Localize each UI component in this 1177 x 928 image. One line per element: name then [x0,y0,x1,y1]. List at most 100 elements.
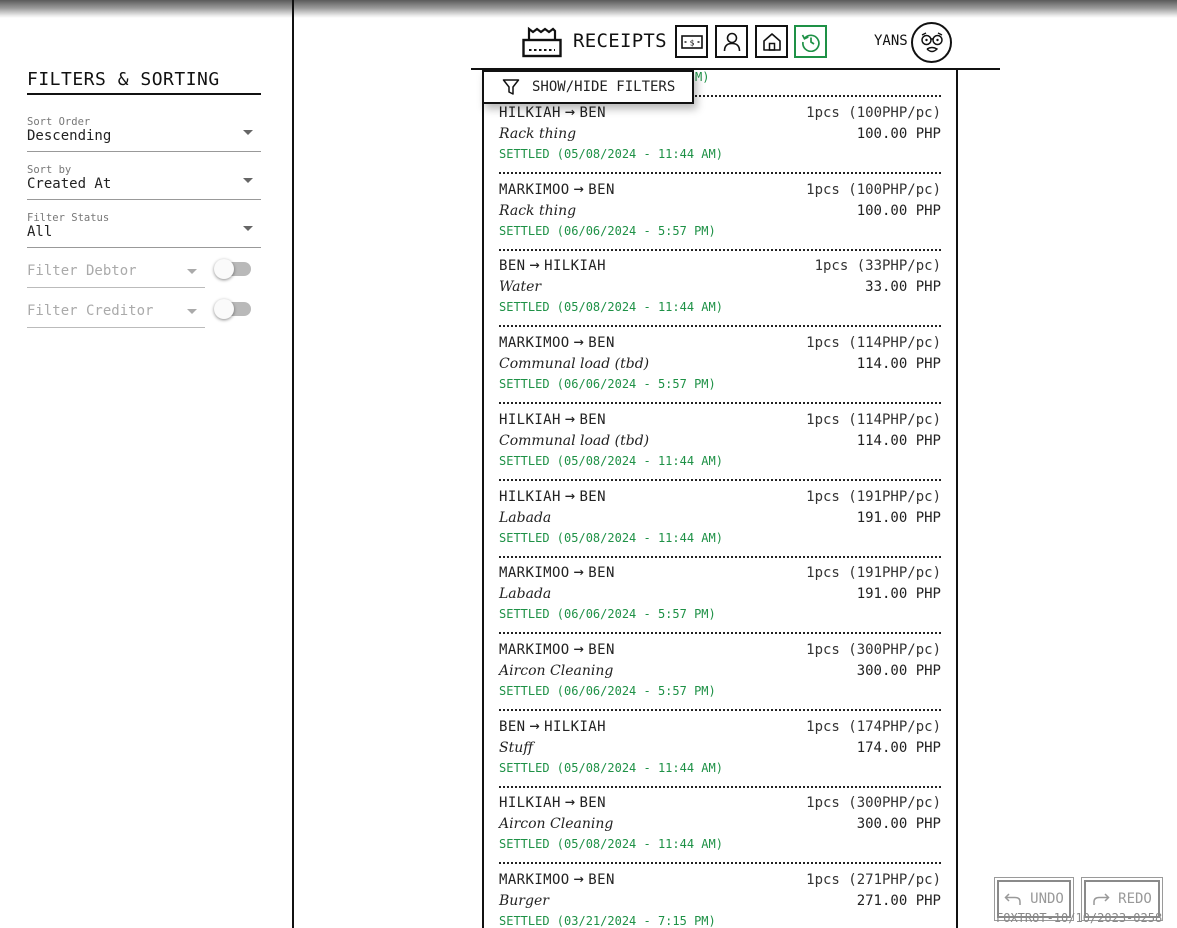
receipt-amount: 100.00 PHP [856,126,941,142]
debtor-name: BEN [499,258,526,275]
sort-by-value: Created At [27,176,112,192]
partial-status-text: M) [695,70,710,84]
sort-by-label: Sort by [27,164,72,176]
home-icon [762,32,781,51]
receipt-status: SETTLED (03/21/2024 - 7:15 PM) [499,914,716,928]
receipt-row[interactable]: MARKIMOO → BEN 1pcs (300PHP/pc) Aircon Clean… [499,634,941,711]
person-icon [723,32,740,51]
creditor-name: HILKIAH [544,258,606,275]
sort-order-select[interactable]: Sort Order Descending [27,116,261,152]
receipt-parties: HILKIAH → BEN [499,408,606,429]
debtor-name: MARKIMOO [499,181,570,198]
receipt-status: SETTLED (05/08/2024 - 11:44 AM) [499,837,723,852]
receipt-item-name: Rack thing [499,202,577,219]
receipt-quantity: 1pcs (191PHP/pc) [806,488,941,505]
receipt-row[interactable]: HILKIAH → BEN 1pcs (100PHP/pc) Rack thing 100… [499,97,941,174]
sort-order-label: Sort Order [27,116,91,128]
nav-home-button[interactable] [755,25,788,58]
receipt-item-name: Labada [499,586,552,603]
toggle-knob [214,299,234,319]
receipt-row[interactable]: MARKIMOO → BEN 1pcs (191PHP/pc) Labada 191.00… [499,557,941,635]
money-icon: $ [680,34,703,49]
caret-down-icon [187,309,197,314]
version-label: FOXTROT-10/10/2023-0258 [996,911,1163,925]
redo-icon [1093,893,1110,905]
arrow-right-icon: → [573,332,585,353]
receipt-parties: HILKIAH → BEN [499,487,606,505]
receipts-list[interactable]: M) HILKIAH → BEN 1pcs (100PHP/pc) Rack thing… [482,70,958,928]
creditor-name: BEN [588,565,615,582]
debtor-name: HILKIAH [499,411,561,428]
debtor-name: MARKIMOO [499,565,570,582]
receipt-quantity: 1pcs (100PHP/pc) [806,105,941,121]
receipt-row[interactable]: HILKIAH → BEN 1pcs (114PHP/pc) Communal load… [499,404,941,481]
caret-down-icon [187,269,197,274]
filter-debtor-select[interactable]: Filter Debtor [27,252,205,288]
creditor-name: BEN [588,641,615,658]
receipt-row[interactable]: MARKIMOO → BEN 1pcs (114PHP/pc) Communal loa… [499,327,941,405]
receipt-status: SETTLED (05/08/2024 - 11:44 AM) [499,147,723,161]
receipt-quantity: 1pcs (271PHP/pc) [806,872,941,888]
receipt-item-name: Communal load (tbd) [499,356,650,373]
receipt-parties: BEN → HILKIAH [499,717,606,735]
filter-status-select[interactable]: Filter Status All [27,212,261,248]
show-hide-filters-label: SHOW/HIDE FILTERS [532,79,676,95]
avatar[interactable] [911,22,952,63]
receipt-status: SETTLED (05/08/2024 - 11:44 AM) [499,453,723,468]
receipt-row[interactable]: BEN → HILKIAH 1pcs (33PHP/pc) Water 33.00 PHP… [499,250,941,328]
debtor-name: HILKIAH [499,795,561,812]
arrow-right-icon: → [573,178,585,199]
filter-debtor-placeholder: Filter Debtor [27,263,137,279]
history-icon [801,33,820,52]
nav-profile-button[interactable] [715,25,748,58]
receipt-row[interactable]: HILKIAH → BEN 1pcs (191PHP/pc) Labada 191.00 … [499,481,941,558]
receipt-row[interactable]: MARKIMOO → BEN 1pcs (271PHP/pc) Burger 271.00… [499,864,941,928]
filter-status-value: All [27,224,53,240]
creditor-name: BEN [588,181,615,198]
receipt-amount: 191.00 PHP [856,586,941,603]
filter-creditor-toggle[interactable] [214,299,251,319]
filter-creditor-placeholder: Filter Creditor [27,303,154,319]
show-hide-filters-button[interactable]: SHOW/HIDE FILTERS [482,70,694,104]
sort-by-select[interactable]: Sort by Created At [27,164,261,200]
arrow-right-icon: → [564,408,576,429]
receipt-status: SETTLED (06/06/2024 - 5:57 PM) [499,223,716,238]
receipt-item-name: Stuff [499,739,534,756]
toggle-knob [214,259,234,279]
receipt-row[interactable]: MARKIMOO → BEN 1pcs (100PHP/pc) Rack thing 10… [499,174,941,251]
receipt-amount: 114.00 PHP [856,432,941,449]
receipt-printer-icon [522,26,562,58]
receipt-row[interactable]: BEN → HILKIAH 1pcs (174PHP/pc) Stuff 174.00 P… [499,711,941,788]
receipt-quantity: 1pcs (174PHP/pc) [806,718,941,735]
debtor-name: MARKIMOO [499,872,570,888]
creditor-name: BEN [579,795,606,812]
debtor-name: MARKIMOO [499,335,570,352]
filters-sidebar: FILTERS & SORTING Sort Order Descending … [0,0,294,928]
receipt-amount: 114.00 PHP [856,356,941,373]
nav-money-button[interactable]: $ [675,25,708,58]
filter-debtor-toggle[interactable] [214,259,251,279]
receipt-amount: 191.00 PHP [856,509,941,526]
receipt-amount: 300.00 PHP [856,816,941,833]
filter-icon [502,79,520,95]
filter-creditor-select[interactable]: Filter Creditor [27,292,205,328]
arrow-right-icon: → [573,562,585,583]
receipt-parties: HILKIAH → BEN [499,794,606,812]
sort-order-value: Descending [27,128,112,144]
receipt-status: SETTLED (05/08/2024 - 11:44 AM) [499,530,723,545]
receipt-status: SETTLED (06/06/2024 - 5:57 PM) [499,683,716,698]
nav-history-button[interactable] [794,25,827,58]
receipt-item-name: Water [499,279,542,296]
receipt-item-name: Aircon Cleaning [499,816,614,833]
receipt-status: SETTLED (06/06/2024 - 5:57 PM) [499,607,716,622]
receipt-row[interactable]: HILKIAH → BEN 1pcs (300PHP/pc) Aircon Cleani… [499,787,941,865]
receipt-item-name: Aircon Cleaning [499,662,614,679]
undo-icon [1004,893,1021,905]
arrow-right-icon: → [573,869,585,889]
caret-down-icon [243,226,253,231]
user-name: YANS [874,33,908,49]
debtor-name: HILKIAH [499,488,561,505]
receipt-amount: 174.00 PHP [856,739,941,756]
receipt-amount: 300.00 PHP [856,662,941,679]
receipt-status: SETTLED (05/08/2024 - 11:44 AM) [499,760,723,775]
